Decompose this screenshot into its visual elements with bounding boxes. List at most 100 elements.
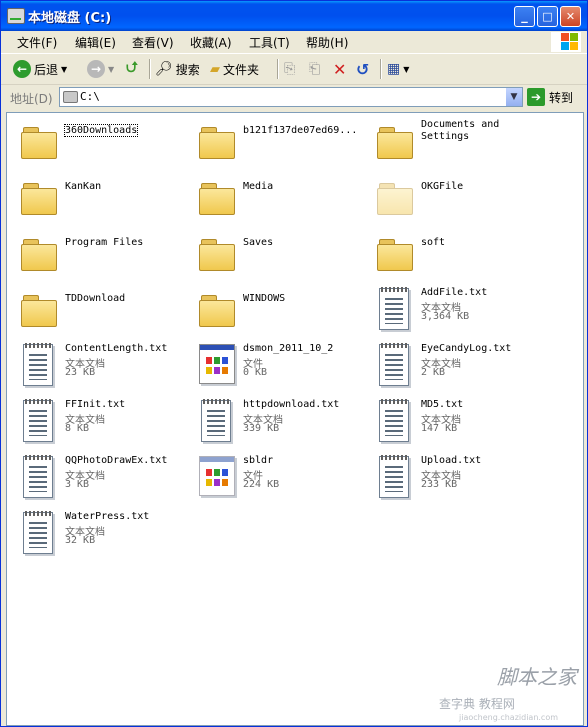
list-item[interactable]: dsmon_2011_10_2 文件 0 KB	[191, 341, 369, 393]
move-to-icon: ⎘	[284, 61, 296, 77]
list-item[interactable]: Documents and Settings	[369, 117, 547, 169]
window-title: 本地磁盘 (C:)	[28, 11, 112, 26]
item-size: 3 KB	[65, 479, 90, 490]
forward-arrow-icon: →	[87, 60, 105, 78]
menu-tools[interactable]: 工具(T)	[249, 34, 290, 51]
list-item[interactable]: WINDOWS	[191, 285, 369, 337]
menu-help[interactable]: 帮助(H)	[306, 34, 348, 51]
list-item[interactable]: Upload.txt 文本文档 233 KB	[369, 453, 547, 505]
forward-button[interactable]: → ▼	[87, 58, 114, 80]
list-item[interactable]: httpdownload.txt 文本文档 339 KB	[191, 397, 369, 449]
folder-icon	[377, 239, 413, 271]
list-item[interactable]: 360Downloads	[13, 117, 191, 169]
title-bar[interactable]: 本地磁盘 (C:) _ □ ✕	[1, 1, 587, 31]
list-item[interactable]: MD5.txt 文本文档 147 KB	[369, 397, 547, 449]
toolbar-separator	[149, 59, 151, 79]
list-item[interactable]: sbldr 文件 224 KB	[191, 453, 369, 505]
item-name: EyeCandyLog.txt	[421, 343, 512, 354]
list-item[interactable]: OKGFile	[369, 173, 547, 225]
move-to-button[interactable]: ⎘	[284, 58, 295, 80]
list-item[interactable]: WaterPress.txt 文本文档 32 KB	[13, 509, 191, 561]
item-name: QQPhotoDrawEx.txt	[65, 455, 168, 466]
menu-favorites[interactable]: 收藏(A)	[190, 34, 232, 51]
address-dropdown-icon[interactable]: ▼	[506, 88, 522, 106]
folder-icon	[21, 127, 57, 159]
item-name: KanKan	[65, 181, 102, 192]
item-name: OKGFile	[421, 181, 464, 192]
list-item[interactable]: Program Files	[13, 229, 191, 281]
address-value: C:\	[80, 90, 100, 103]
menu-bar: 文件(F) 编辑(E) 查看(V) 收藏(A) 工具(T) 帮助(H)	[1, 31, 587, 54]
list-item[interactable]: QQPhotoDrawEx.txt 文本文档 3 KB	[13, 453, 191, 505]
folder-icon	[199, 239, 235, 271]
close-button[interactable]: ✕	[560, 6, 581, 27]
item-size: 32 KB	[65, 535, 96, 546]
menu-file[interactable]: 文件(F)	[17, 34, 57, 51]
maximize-button[interactable]: □	[537, 6, 558, 27]
folder-icon	[199, 127, 235, 159]
text-document-icon	[23, 399, 53, 442]
generic-file-icon	[199, 456, 235, 496]
views-button[interactable]: ▦ ▼	[387, 58, 409, 80]
folder-icon	[377, 127, 413, 159]
list-item[interactable]: ContentLength.txt 文本文档 23 KB	[13, 341, 191, 393]
delete-icon: ✕	[333, 59, 347, 79]
menu-view[interactable]: 查看(V)	[132, 34, 174, 51]
item-name: b121f137de07ed69...	[243, 125, 358, 136]
up-folder-button[interactable]: ⮍	[126, 58, 138, 80]
back-label: 后退	[34, 62, 59, 77]
item-size: 233 KB	[421, 479, 458, 490]
views-icon: ▦	[387, 61, 401, 77]
list-item[interactable]: Media	[191, 173, 369, 225]
list-item[interactable]: AddFile.txt 文本文档 3,364 KB	[369, 285, 547, 337]
search-icon: 🔎︎	[155, 61, 173, 77]
address-label: 地址(D)	[10, 92, 53, 106]
toolbar: ← 后退 ▼ → ▼ ⮍ 🔎︎ 搜索 ▰ 文件夹 ⎘ ⎗ ✕ ↺ ▦ ▼	[1, 54, 587, 85]
text-document-icon	[201, 399, 231, 442]
list-item[interactable]: FFInit.txt 文本文档 8 KB	[13, 397, 191, 449]
item-size: 8 KB	[65, 423, 90, 434]
list-item[interactable]: TDDownload	[13, 285, 191, 337]
back-arrow-icon: ←	[13, 60, 31, 78]
folders-button[interactable]: ▰ 文件夹	[210, 58, 259, 80]
list-item[interactable]: KanKan	[13, 173, 191, 225]
item-name: Media	[243, 181, 274, 192]
back-button[interactable]: ← 后退 ▼	[13, 58, 67, 80]
folder-icon	[377, 183, 413, 215]
folder-icon	[21, 239, 57, 271]
go-button[interactable]: ➔ 转到	[527, 87, 573, 107]
undo-button[interactable]: ↺	[356, 58, 369, 80]
minimize-button[interactable]: _	[514, 6, 535, 27]
list-item[interactable]: soft	[369, 229, 547, 281]
up-folder-icon: ⮍	[126, 57, 139, 76]
folder-icon	[199, 295, 235, 327]
watermark-url: jiaocheng.chazidian.com	[459, 713, 559, 722]
text-document-icon	[379, 343, 409, 386]
list-item[interactable]: Saves	[191, 229, 369, 281]
toolbar-separator	[277, 59, 279, 79]
delete-button[interactable]: ✕	[333, 58, 346, 80]
folders-label: 文件夹	[223, 62, 260, 77]
list-item[interactable]: b121f137de07ed69...	[191, 117, 369, 169]
drive-icon	[7, 8, 25, 24]
item-name: Upload.txt	[421, 455, 482, 466]
menu-edit[interactable]: 编辑(E)	[75, 34, 116, 51]
text-document-icon	[23, 343, 53, 386]
address-bar: 地址(D) C:\ ▼ ➔ 转到	[1, 85, 587, 109]
search-label: 搜索	[175, 62, 200, 77]
item-name: ContentLength.txt	[65, 343, 168, 354]
search-button[interactable]: 🔎︎ 搜索	[155, 58, 200, 80]
item-name: Program Files	[65, 237, 144, 248]
file-list[interactable]: 360Downloads b121f137de07ed69... Documents…	[6, 112, 584, 726]
copy-to-button[interactable]: ⎗	[309, 58, 320, 80]
folders-icon: ▰	[210, 61, 220, 77]
list-item[interactable]: EyeCandyLog.txt 文本文档 2 KB	[369, 341, 547, 393]
text-document-icon	[23, 455, 53, 498]
item-name: soft	[421, 237, 446, 248]
item-size: 23 KB	[65, 367, 96, 378]
generic-file-icon	[199, 344, 235, 384]
item-name: Saves	[243, 237, 274, 248]
toolbar-separator	[380, 59, 382, 79]
item-size: 147 KB	[421, 423, 458, 434]
address-input[interactable]: C:\ ▼	[59, 87, 523, 107]
